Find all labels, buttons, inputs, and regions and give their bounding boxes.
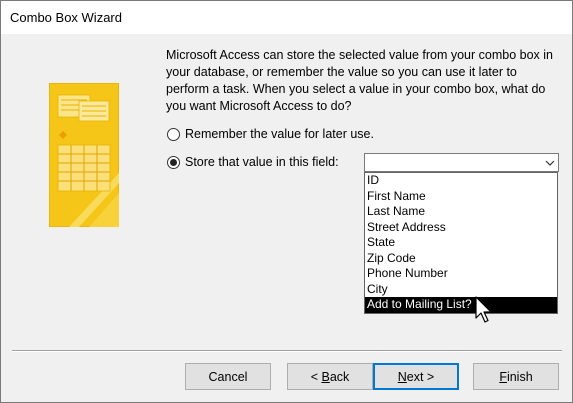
- wizard-illustration: [49, 83, 119, 227]
- back-button-prefix: <: [310, 369, 322, 384]
- dialog-separator: [12, 350, 562, 352]
- list-item[interactable]: Zip Code: [365, 251, 557, 267]
- field-dropdown-list[interactable]: ID First Name Last Name Street Address S…: [364, 172, 558, 314]
- mouse-pointer-icon: [475, 296, 492, 323]
- list-item-highlighted[interactable]: Add to Mailing List?: [365, 297, 557, 313]
- option-remember-value[interactable]: Remember the value for later use.: [167, 127, 374, 141]
- combo-box-wizard-dialog: Combo Box Wizard Microsoft Access can st…: [0, 0, 573, 403]
- next-button-mnemonic: N: [397, 369, 407, 384]
- combo-arrow-icon[interactable]: [541, 154, 558, 171]
- wizard-instructions: Microsoft Access can store the selected …: [166, 48, 553, 113]
- finish-button-mnemonic: F: [499, 369, 507, 384]
- list-item[interactable]: Phone Number: [365, 266, 557, 282]
- field-combo-box[interactable]: [364, 153, 559, 172]
- list-item[interactable]: First Name: [365, 189, 557, 205]
- list-item[interactable]: Street Address: [365, 220, 557, 236]
- next-button-rest: ext >: [406, 369, 435, 384]
- list-item[interactable]: City: [365, 282, 557, 298]
- next-button[interactable]: Next >: [373, 363, 459, 390]
- option-remember-label: Remember the value for later use.: [185, 127, 374, 141]
- list-item[interactable]: ID: [365, 173, 557, 189]
- back-button-rest: ack: [329, 369, 350, 384]
- dialog-title: Combo Box Wizard: [10, 10, 122, 25]
- cancel-button-label: Cancel: [208, 369, 248, 384]
- finish-button[interactable]: Finish: [473, 363, 559, 390]
- list-item[interactable]: State: [365, 235, 557, 251]
- finish-button-rest: inish: [506, 369, 533, 384]
- radio-remember-value[interactable]: [167, 127, 180, 141]
- list-item[interactable]: Last Name: [365, 204, 557, 220]
- option-store-value[interactable]: Store that value in this field:: [167, 155, 339, 169]
- option-store-label: Store that value in this field:: [185, 155, 339, 169]
- cancel-button[interactable]: Cancel: [185, 363, 271, 390]
- back-button[interactable]: < Back: [287, 363, 373, 390]
- radio-store-value[interactable]: [167, 155, 180, 169]
- title-bar[interactable]: Combo Box Wizard: [1, 1, 572, 34]
- back-button-mnemonic: B: [321, 369, 330, 384]
